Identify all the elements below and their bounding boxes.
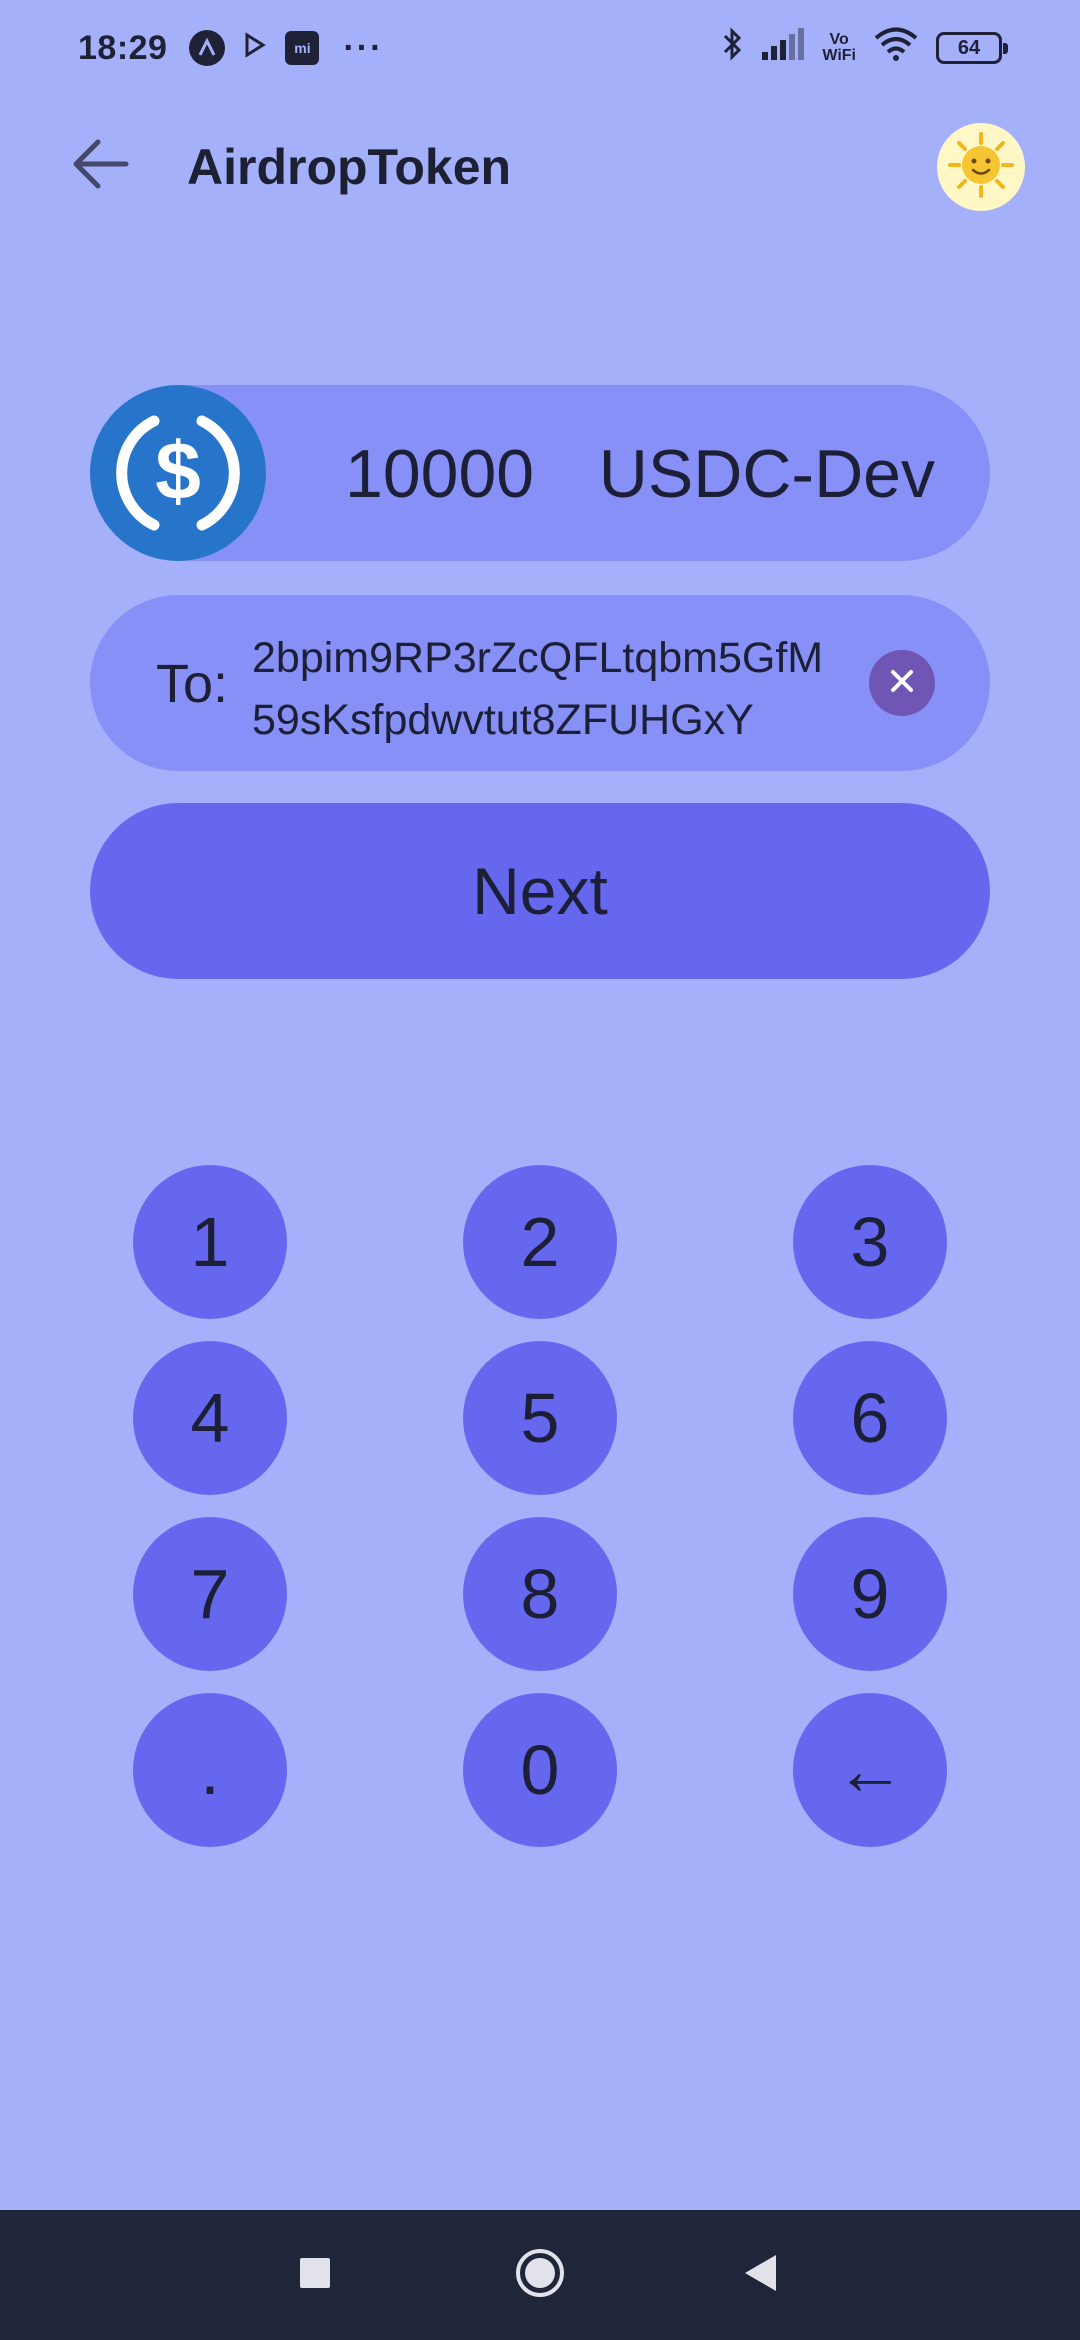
home-button[interactable] — [480, 2210, 600, 2340]
key-6[interactable]: 6 — [793, 1341, 947, 1495]
recipient-address-line1: 2bpim9RP3rZcQFLtqbm5GfM — [252, 634, 824, 682]
amount-display: $ 10000 USDC-Dev — [90, 385, 990, 561]
key-2[interactable]: 2 — [463, 1165, 617, 1319]
mi-store-icon: mi — [285, 31, 320, 65]
screen: 18:29 mi ··· Vo WiFi 64 AirdropToken $ 1… — [0, 0, 1080, 2340]
vowifi-top: Vo — [829, 31, 849, 48]
vowifi-icon: Vo WiFi — [822, 32, 856, 64]
avatar[interactable] — [937, 123, 1025, 211]
app-bar: AirdropToken — [0, 110, 1080, 222]
recents-button[interactable] — [255, 2210, 375, 2340]
bluetooth-icon — [722, 26, 744, 71]
vowifi-bottom: WiFi — [822, 47, 856, 64]
key-decimal[interactable]: . — [133, 1693, 287, 1847]
svg-text:$: $ — [155, 426, 201, 517]
recipient-field[interactable]: To: 2bpim9RP3rZcQFLtqbm5GfM 59sKsfpdwvtu… — [90, 595, 990, 771]
recipient-address: 2bpim9RP3rZcQFLtqbm5GfM 59sKsfpdwvtut8ZF… — [252, 627, 892, 751]
key-4[interactable]: 4 — [133, 1341, 287, 1495]
status-bar: 18:29 mi ··· Vo WiFi 64 — [0, 0, 1080, 96]
arrow-left-icon — [70, 136, 130, 197]
status-time: 18:29 — [78, 28, 168, 67]
back-triangle-icon — [742, 2253, 778, 2298]
more-notifications-icon: ··· — [343, 28, 384, 67]
battery-icon: 64 — [936, 32, 1008, 64]
close-icon — [888, 667, 916, 700]
status-right: Vo WiFi 64 — [722, 26, 1008, 71]
system-nav-bar — [0, 2210, 1080, 2340]
mi-label: mi — [294, 40, 311, 56]
system-back-button[interactable] — [700, 2210, 820, 2340]
amount-value: 10000 — [345, 436, 535, 512]
numeric-keypad: 1 2 3 4 5 6 7 8 9 . 0 ← — [0, 0, 1080, 2340]
key-5[interactable]: 5 — [463, 1341, 617, 1495]
status-left: 18:29 mi ··· — [78, 29, 383, 68]
wifi-icon — [874, 27, 918, 70]
recipient-label: To: — [156, 654, 229, 714]
home-circle-icon — [514, 2247, 566, 2304]
key-3[interactable]: 3 — [793, 1165, 947, 1319]
sun-face-icon — [946, 130, 1016, 205]
key-7[interactable]: 7 — [133, 1517, 287, 1671]
next-button[interactable]: Next — [90, 803, 990, 979]
page-title: AirdropToken — [187, 139, 512, 195]
signal-icon — [762, 27, 805, 69]
usdc-icon: $ — [90, 385, 266, 561]
recents-square-icon — [298, 2256, 332, 2295]
key-backspace[interactable]: ← — [793, 1693, 947, 1847]
token-symbol[interactable]: USDC-Dev — [599, 435, 935, 513]
key-9[interactable]: 9 — [793, 1517, 947, 1671]
key-8[interactable]: 8 — [463, 1517, 617, 1671]
key-1[interactable]: 1 — [133, 1165, 287, 1319]
clear-address-button[interactable] — [869, 650, 935, 716]
a-badge-icon — [189, 30, 226, 66]
play-icon — [243, 31, 267, 65]
battery-level: 64 — [957, 36, 981, 59]
key-0[interactable]: 0 — [463, 1693, 617, 1847]
recipient-address-line2: 59sKsfpdwvtut8ZFUHGxY — [252, 696, 754, 744]
back-button[interactable] — [60, 130, 140, 202]
